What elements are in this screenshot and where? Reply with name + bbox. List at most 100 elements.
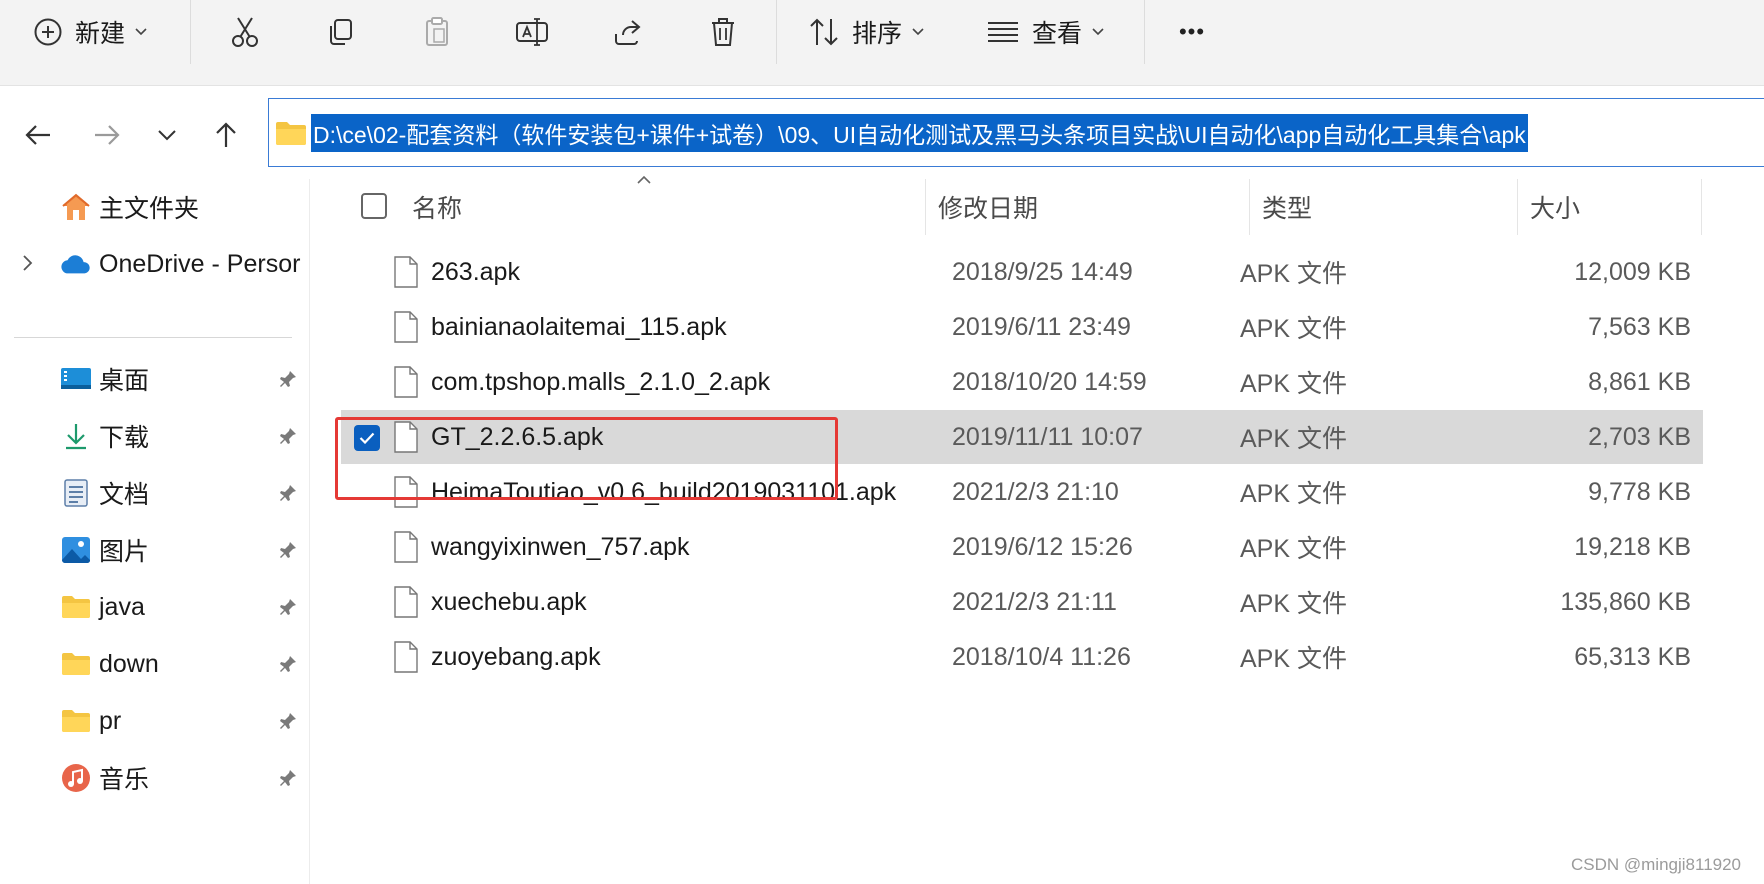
column-divider[interactable] [925,179,926,235]
file-row[interactable]: HeimaToutiao_v0.6_build2019031101.apk 20… [341,465,1703,519]
toolbar-divider [1144,0,1145,64]
checkmark-icon [359,432,375,444]
address-bar[interactable]: D:\ce\02-配套资料（软件安装包+课件+试卷）\09、UI自动化测试及黑马… [268,98,1764,167]
chevron-down-icon [158,130,176,141]
view-button[interactable]: 查看 [986,0,1104,64]
file-row[interactable]: com.tpshop.malls_2.1.0_2.apk 2018/10/20 … [341,355,1703,409]
arrow-up-icon [216,122,236,147]
copy-button[interactable] [320,0,360,64]
file-size: 19,218 KB [1574,532,1691,561]
folder-icon [60,705,92,737]
forward-button[interactable] [87,115,127,155]
file-name: HeimaToutiao_v0.6_build2019031101.apk [431,477,897,506]
more-button[interactable]: ••• [1172,0,1212,64]
file-row[interactable]: xuechebu.apk 2021/2/3 21:11 APK 文件 135,8… [341,575,1703,629]
rename-button[interactable] [512,0,552,64]
file-date: 2019/11/11 10:07 [952,422,1143,451]
sidebar-item-home[interactable]: 主文件夹 [0,182,310,232]
rename-icon [516,18,548,46]
file-row[interactable]: bainianaolaitemai_115.apk 2019/6/11 23:4… [341,300,1703,354]
pin-icon[interactable] [278,540,298,560]
sidebar-item-onedrive[interactable]: OneDrive - Persor [0,239,310,289]
file-date: 2019/6/12 15:26 [952,532,1133,561]
file-icon [394,641,418,673]
file-size: 65,313 KB [1574,642,1691,671]
file-icon [394,586,418,618]
back-button[interactable] [18,115,58,155]
file-size: 135,860 KB [1560,587,1691,616]
file-date: 2018/10/20 14:59 [952,367,1147,396]
file-icon [394,421,418,453]
sort-button[interactable]: 排序 [808,0,924,64]
sidebar-item-label: 文档 [99,481,150,509]
column-divider[interactable] [1249,179,1250,235]
cloud-icon [60,248,92,280]
column-header-type[interactable]: 类型 [1262,179,1312,235]
sidebar-item-down[interactable]: down [0,639,310,689]
sidebar-item-music[interactable]: 音乐 [0,753,310,803]
file-size: 2,703 KB [1588,422,1691,451]
view-label: 查看 [1032,20,1083,48]
recent-locations-button[interactable] [147,115,187,155]
sidebar-item-label: java [99,592,145,621]
file-icon [394,311,418,343]
sort-icon [810,18,838,46]
file-name: com.tpshop.malls_2.1.0_2.apk [431,367,771,396]
cut-button[interactable] [225,0,265,64]
view-list-icon [988,22,1018,42]
arrow-left-icon [25,125,50,145]
file-date: 2019/6/11 23:49 [952,312,1131,341]
navigation-pane: 主文件夹 OneDrive - Persor 桌面 下载 文档 图片 java … [0,179,310,884]
file-row[interactable]: 263.apk 2018/9/25 14:49 APK 文件 12,009 KB [341,245,1703,299]
file-type: APK 文件 [1240,535,1347,563]
column-header-size[interactable]: 大小 [1530,179,1580,235]
file-type: APK 文件 [1240,260,1347,288]
chevron-right-icon[interactable] [22,254,34,272]
paste-button[interactable] [417,0,457,64]
column-header-name[interactable]: 名称 [412,179,462,235]
chevron-down-icon [135,28,147,36]
chevron-down-icon [912,28,924,36]
share-button[interactable] [608,0,648,64]
pin-icon[interactable] [278,483,298,503]
sidebar-item-java[interactable]: java [0,582,310,632]
file-icon [394,256,418,288]
pin-icon[interactable] [278,369,298,389]
pin-icon[interactable] [278,711,298,731]
up-button[interactable] [206,115,246,155]
column-divider[interactable] [1701,179,1702,235]
documents-icon [60,477,92,509]
file-row[interactable]: wangyixinwen_757.apk 2019/6/12 15:26 APK… [341,520,1703,574]
sidebar-item-documents[interactable]: 文档 [0,468,310,518]
sidebar-item-pr[interactable]: pr [0,696,310,746]
select-all-checkbox[interactable] [361,193,387,219]
file-row-selected[interactable]: GT_2.2.6.5.apk 2019/11/11 10:07 APK 文件 2… [341,410,1703,464]
column-header-date[interactable]: 修改日期 [938,179,1038,235]
file-size: 12,009 KB [1574,257,1691,286]
file-icon [394,531,418,563]
sidebar-item-label: OneDrive - Persor [99,249,301,278]
delete-button[interactable] [703,0,743,64]
sidebar-item-label: pr [99,706,122,735]
pin-icon[interactable] [278,768,298,788]
pin-icon[interactable] [278,597,298,617]
pin-icon[interactable] [278,426,298,446]
pictures-icon [60,534,92,566]
file-list: 名称 修改日期 类型 大小 263.apk 2018/9/25 14:49 AP… [311,175,1764,884]
watermark: CSDN @mingji811920 [1571,855,1742,874]
download-icon [60,420,92,452]
sidebar-item-pictures[interactable]: 图片 [0,525,310,575]
file-name: xuechebu.apk [431,587,587,616]
sidebar-item-label: 下载 [99,424,150,452]
share-icon [615,20,641,45]
chevron-down-icon [1092,28,1104,36]
file-row[interactable]: zuoyebang.apk 2018/10/4 11:26 APK 文件 65,… [341,630,1703,684]
address-path-text[interactable]: D:\ce\02-配套资料（软件安装包+课件+试卷）\09、UI自动化测试及黑马… [311,113,1528,152]
pin-icon[interactable] [278,654,298,674]
column-divider[interactable] [1517,179,1518,235]
row-checkbox-checked[interactable] [354,425,380,451]
sidebar-item-label: 主文件夹 [99,195,200,223]
sidebar-item-desktop[interactable]: 桌面 [0,354,310,404]
new-button[interactable]: 新建 [33,0,147,64]
sidebar-item-downloads[interactable]: 下载 [0,411,310,461]
